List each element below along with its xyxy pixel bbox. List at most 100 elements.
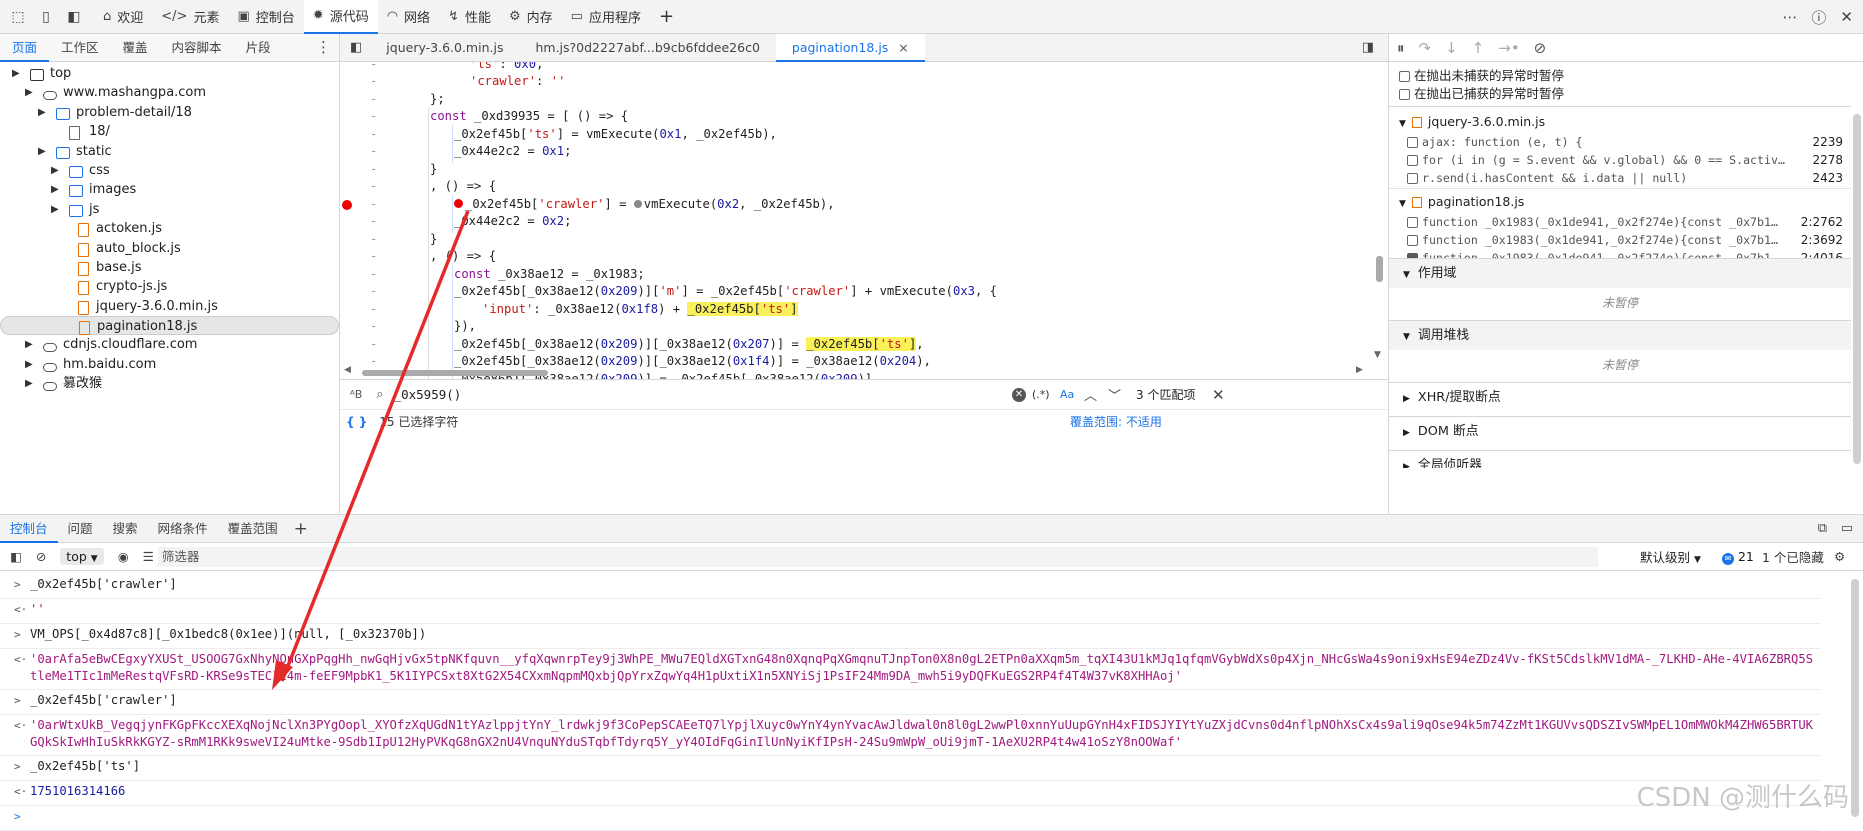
panel-tab-5[interactable]: ↯ 性能 xyxy=(439,0,500,34)
navigator-tab-2[interactable]: 覆盖 xyxy=(111,34,160,62)
tree-item[interactable]: crypto-js.js xyxy=(0,277,339,296)
tree-item[interactable]: actoken.js xyxy=(0,219,339,238)
console-message[interactable]: > xyxy=(0,808,1820,831)
regex-toggle[interactable]: (.*) xyxy=(1032,388,1050,401)
deactivate-breakpoints-icon[interactable]: ⊘ xyxy=(1534,39,1547,57)
breakpoint-checkbox[interactable] xyxy=(1407,137,1418,148)
coverage-status[interactable]: 覆盖范围: 不适用 xyxy=(1070,413,1162,430)
sidebar-toggle-icon[interactable]: ◧ xyxy=(10,549,22,564)
drawer-tab-0[interactable]: 控制台 xyxy=(0,515,58,543)
tree-item[interactable]: ▶ hm.baidu.com xyxy=(0,355,339,374)
tree-item[interactable]: ▶ 篡改猴 xyxy=(0,374,339,393)
code-view[interactable]: -'ts': 0x0, -'crawler': '' -}; - const _0… xyxy=(340,62,1388,432)
context-selector[interactable]: top ▼ xyxy=(60,548,104,565)
tree-item[interactable]: pagination18.js xyxy=(0,316,339,336)
issues-badge[interactable]: ✉ 21 xyxy=(1722,549,1754,565)
step-over-icon[interactable]: ↷ xyxy=(1419,39,1432,57)
tree-item[interactable]: ▶ problem-detail/18 xyxy=(0,103,339,122)
panel-tab-2[interactable]: ▣ 控制台 xyxy=(228,0,303,34)
add-drawer-tab-icon[interactable]: + xyxy=(294,519,308,539)
navigator-tab-3[interactable]: 内容脚本 xyxy=(160,34,234,62)
breakpoint-item[interactable]: r.send(i.hasContent && i.data || null) 24… xyxy=(1407,168,1847,188)
breakpoint-item[interactable]: for (i in (g = S.event && v.global) && 0… xyxy=(1407,150,1847,170)
dom-breakpoints-header[interactable]: ▶ DOM 断点 xyxy=(1389,416,1851,446)
tree-item[interactable]: ▶ js xyxy=(0,200,339,219)
live-expression-icon[interactable]: ◉ xyxy=(118,549,129,564)
collapse-arrow-icon[interactable]: ▼ xyxy=(1399,119,1406,129)
pretty-print-button[interactable]: { } xyxy=(346,415,367,429)
debugger-scrollbar[interactable] xyxy=(1853,114,1861,464)
editor-tab-hm[interactable]: hm.js?0d2227abf...b9cb6fddee26c0 xyxy=(519,34,775,62)
previous-match-icon[interactable]: ︿ xyxy=(1084,385,1097,404)
checkbox[interactable] xyxy=(1399,71,1410,82)
global-listeners-header[interactable]: ▶ 全局侦听器 xyxy=(1389,450,1851,468)
tree-item[interactable]: jquery-3.6.0.min.js xyxy=(0,297,339,316)
breakpoint-checkbox[interactable] xyxy=(1407,217,1418,228)
breakpoint-checkbox[interactable] xyxy=(1407,155,1418,166)
step-into-icon[interactable]: ↓ xyxy=(1445,39,1458,57)
expand-arrow-icon[interactable]: ▶ xyxy=(25,374,33,393)
tree-item[interactable]: ▶ www.mashangpa.com xyxy=(0,83,339,102)
close-drawer-icon[interactable]: ▭ xyxy=(1841,521,1853,536)
drawer-tab-4[interactable]: 覆盖范围 xyxy=(218,515,288,543)
breakpoint-file-header[interactable]: ▼ pagination18.js xyxy=(1399,192,1524,212)
toggle-debugger-icon[interactable]: ◨ xyxy=(1362,40,1374,55)
console-message[interactable]: > _0x2ef45b['crawler'] xyxy=(0,576,1820,599)
scroll-down-icon[interactable]: ▼ xyxy=(1374,350,1381,360)
replace-toggle-icon[interactable]: ᴬB xyxy=(350,388,362,401)
match-case-toggle[interactable]: Aa xyxy=(1060,388,1074,401)
console-message[interactable]: > VM_OPS[_0x4d87c8][_0x1bedc8(0x1ee)](nul… xyxy=(0,626,1820,649)
console-message[interactable]: > _0x2ef45b['crawler'] xyxy=(0,692,1820,715)
help-icon[interactable]: ⓘ xyxy=(1811,7,1826,28)
tree-item[interactable]: auto_block.js xyxy=(0,239,339,258)
scope-section-header[interactable]: ▼ 作用域 xyxy=(1389,258,1851,288)
breakpoint-file-header[interactable]: ▼ jquery-3.6.0.min.js xyxy=(1399,112,1545,132)
inspect-element-icon[interactable]: ⬚ xyxy=(4,3,32,31)
more-options-icon[interactable]: ⋯ xyxy=(1782,8,1797,26)
tree-item[interactable]: ▶ static xyxy=(0,142,339,161)
log-level-dropdown[interactable]: 默认级别 ▼ xyxy=(1640,547,1701,566)
code-horizontal-scrollbar[interactable] xyxy=(362,370,548,376)
scroll-right-icon[interactable]: ▶ xyxy=(1356,365,1363,375)
expand-arrow-icon[interactable]: ▶ xyxy=(25,335,33,354)
search-input[interactable]: _0x5959() xyxy=(394,387,994,402)
drawer-tab-3[interactable]: 网络条件 xyxy=(148,515,218,543)
panel-tab-6[interactable]: ⚙ 内存 xyxy=(500,0,562,34)
close-icon[interactable]: ✕ xyxy=(1840,8,1853,26)
breakpoint-item[interactable]: ajax: function (e, t) {2239 xyxy=(1407,132,1847,152)
add-panel-button[interactable]: + xyxy=(650,0,683,34)
console-message[interactable]: <· '' xyxy=(0,601,1820,624)
tree-item[interactable]: base.js xyxy=(0,258,339,277)
clear-console-icon[interactable]: ⊘ xyxy=(36,549,46,564)
undock-drawer-icon[interactable]: ⧉ xyxy=(1818,521,1827,536)
pause-caught-option[interactable]: 在抛出已捕获的异常时暂停 xyxy=(1399,84,1564,104)
step-icon[interactable]: →• xyxy=(1498,39,1519,57)
xhr-breakpoints-header[interactable]: ▶ XHR/提取断点 xyxy=(1389,382,1851,412)
expand-arrow-icon[interactable]: ▶ xyxy=(25,83,33,102)
expand-arrow-icon[interactable]: ▶ xyxy=(51,161,59,180)
collapse-arrow-icon[interactable]: ▼ xyxy=(1399,199,1406,209)
expand-arrow-icon[interactable]: ▶ xyxy=(51,200,59,219)
device-toolbar-icon[interactable]: ▯ xyxy=(32,3,60,31)
tree-item[interactable]: 18/ xyxy=(0,122,339,141)
breakpoint-item[interactable]: function _0x1983(_0x1de941,_0x2f274e){co… xyxy=(1407,230,1847,250)
breakpoint-checkbox[interactable] xyxy=(1407,173,1418,184)
panel-tab-1[interactable]: </> 元素 xyxy=(152,0,228,34)
console-scrollbar[interactable] xyxy=(1851,579,1859,817)
breakpoint-item[interactable]: function _0x1983(_0x1de941,_0x2f274e){co… xyxy=(1407,212,1847,232)
panel-tab-3[interactable]: ✹ 源代码 xyxy=(303,0,378,34)
navigator-tab-4[interactable]: 片段 xyxy=(234,34,283,62)
console-message[interactable]: <· '0arWtxUkB_VegqjynFKGpFKccXEXqNojNclXn… xyxy=(0,717,1820,756)
filter-input[interactable]: 筛选器 xyxy=(157,546,1598,567)
next-match-icon[interactable]: ﹀ xyxy=(1108,385,1121,404)
panel-tab-7[interactable]: ▭ 应用程序 xyxy=(562,0,650,34)
code-vertical-scrollbar[interactable] xyxy=(1376,256,1383,282)
tree-item[interactable]: ▶ top xyxy=(0,64,339,83)
breakpoint-marker-icon[interactable] xyxy=(342,199,352,210)
editor-tab-pagination18[interactable]: pagination18.js × xyxy=(775,33,925,62)
editor-tab-jquery[interactable]: jquery-3.6.0.min.js xyxy=(370,34,519,62)
expand-arrow-icon[interactable]: ▶ xyxy=(51,180,59,199)
pause-uncaught-option[interactable]: 在抛出未捕获的异常时暂停 xyxy=(1399,66,1564,86)
pause-resume-icon[interactable]: ⏸ xyxy=(1397,39,1405,57)
drawer-tab-1[interactable]: 问题 xyxy=(58,515,103,543)
